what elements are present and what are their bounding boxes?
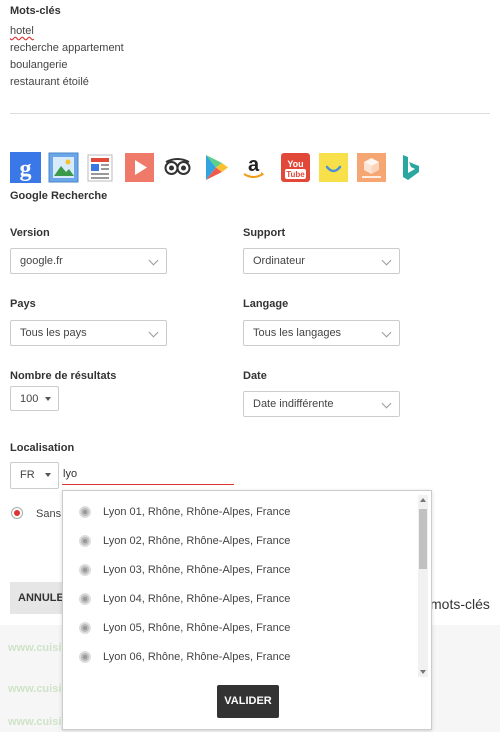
selected-engine-label: Google Recherche xyxy=(10,190,108,202)
radio-sans-label: Sans xyxy=(36,508,62,520)
langage-value: Tous les langages xyxy=(253,327,342,339)
keywords-label: Mots-clés xyxy=(10,5,61,17)
location-option-label: Lyon 03, Rhône, Rhône-Alpes, France xyxy=(103,564,291,576)
location-option-label: Lyon 05, Rhône, Rhône-Alpes, France xyxy=(103,622,291,634)
date-label: Date xyxy=(243,370,267,382)
chevron-down-icon xyxy=(148,327,159,338)
google-play-icon[interactable] xyxy=(200,152,231,183)
location-search-input[interactable] xyxy=(62,463,234,485)
svg-text:You: You xyxy=(287,159,303,169)
youtube-icon[interactable]: You Tube xyxy=(280,152,311,183)
caret-down-icon xyxy=(45,473,51,477)
location-suggestions[interactable]: Lyon 01, Rhône, Rhône-Alpes, France Lyon… xyxy=(62,490,432,730)
langage-label: Langage xyxy=(243,298,289,310)
chevron-down-icon xyxy=(148,255,159,266)
version-label: Version xyxy=(10,227,50,239)
pays-select[interactable]: Tous les pays xyxy=(10,320,167,346)
cancel-button[interactable]: ANNULER xyxy=(10,582,68,614)
localisation-label: Localisation xyxy=(10,442,75,454)
radio-icon xyxy=(79,506,91,518)
location-option[interactable]: Lyon 03, Rhône, Rhône-Alpes, France xyxy=(79,560,290,580)
bing-icon[interactable] xyxy=(394,152,425,183)
google-news-icon[interactable] xyxy=(86,152,117,183)
pays-label: Pays xyxy=(10,298,36,310)
radio-icon xyxy=(79,593,91,605)
scrollbar[interactable] xyxy=(418,495,428,677)
divider xyxy=(10,113,490,114)
box-icon[interactable] xyxy=(356,152,387,183)
support-label: Support xyxy=(243,227,286,239)
keyword-item[interactable]: boulangerie xyxy=(10,59,68,71)
background-text: www.cuisi xyxy=(8,683,62,695)
background-text: www.cuisi xyxy=(8,716,62,728)
tripadvisor-icon[interactable] xyxy=(162,152,193,183)
keyword-item[interactable]: restaurant étoilé xyxy=(10,76,89,88)
version-select[interactable]: google.fr xyxy=(10,248,167,274)
radio-icon xyxy=(79,535,91,547)
radio-icon xyxy=(79,651,91,663)
version-value: google.fr xyxy=(20,255,63,267)
google-icon[interactable]: g xyxy=(10,152,41,183)
langage-select[interactable]: Tous les langages xyxy=(243,320,400,346)
country-value: FR xyxy=(20,469,35,481)
chevron-down-icon xyxy=(381,398,392,409)
background-text: www.cuisi xyxy=(8,642,62,654)
nombre-select[interactable]: 100 xyxy=(10,386,59,411)
date-select[interactable]: Date indifférente xyxy=(243,391,400,417)
smiley-icon[interactable] xyxy=(318,152,349,183)
amazon-icon[interactable]: a xyxy=(238,152,269,183)
pays-value: Tous les pays xyxy=(20,327,87,339)
location-option[interactable]: Lyon 02, Rhône, Rhône-Alpes, France xyxy=(79,531,290,551)
keyword-item[interactable]: recherche appartement xyxy=(10,42,124,54)
support-select[interactable]: Ordinateur xyxy=(243,248,400,274)
nombre-value: 100 xyxy=(20,393,39,405)
svg-text:Tube: Tube xyxy=(286,170,305,179)
svg-text:a: a xyxy=(248,154,260,176)
date-value: Date indifférente xyxy=(253,398,334,410)
radio-sans[interactable] xyxy=(11,507,23,519)
country-select[interactable]: FR xyxy=(10,462,59,489)
chevron-down-icon xyxy=(381,255,392,266)
svg-text:g: g xyxy=(20,156,32,182)
location-option-label: Lyon 06, Rhône, Rhône-Alpes, France xyxy=(103,651,291,663)
location-option-label: Lyon 02, Rhône, Rhône-Alpes, France xyxy=(103,535,291,547)
support-value: Ordinateur xyxy=(253,255,305,267)
google-images-icon[interactable] xyxy=(48,152,79,183)
scroll-down-icon[interactable] xyxy=(420,670,426,674)
location-option[interactable]: Lyon 05, Rhône, Rhône-Alpes, France xyxy=(79,618,290,638)
caret-down-icon xyxy=(45,397,51,401)
radio-icon xyxy=(79,564,91,576)
confirm-button[interactable]: VALIDER xyxy=(217,685,279,718)
chevron-down-icon xyxy=(381,327,392,338)
footer-text: mots-clés xyxy=(430,596,490,612)
location-option-label: Lyon 01, Rhône, Rhône-Alpes, France xyxy=(103,506,291,518)
location-option[interactable]: Lyon 06, Rhône, Rhône-Alpes, France xyxy=(79,647,290,667)
keyword-item[interactable]: hotel xyxy=(10,25,34,37)
location-option[interactable]: Lyon 04, Rhône, Rhône-Alpes, France xyxy=(79,589,290,609)
scroll-up-icon[interactable] xyxy=(420,498,426,502)
location-option[interactable]: Lyon 01, Rhône, Rhône-Alpes, France xyxy=(79,502,290,522)
location-option-label: Lyon 04, Rhône, Rhône-Alpes, France xyxy=(103,593,291,605)
radio-icon xyxy=(79,622,91,634)
youtube-play-icon[interactable] xyxy=(124,152,155,183)
scrollbar-thumb[interactable] xyxy=(419,509,427,569)
nombre-label: Nombre de résultats xyxy=(10,370,117,382)
